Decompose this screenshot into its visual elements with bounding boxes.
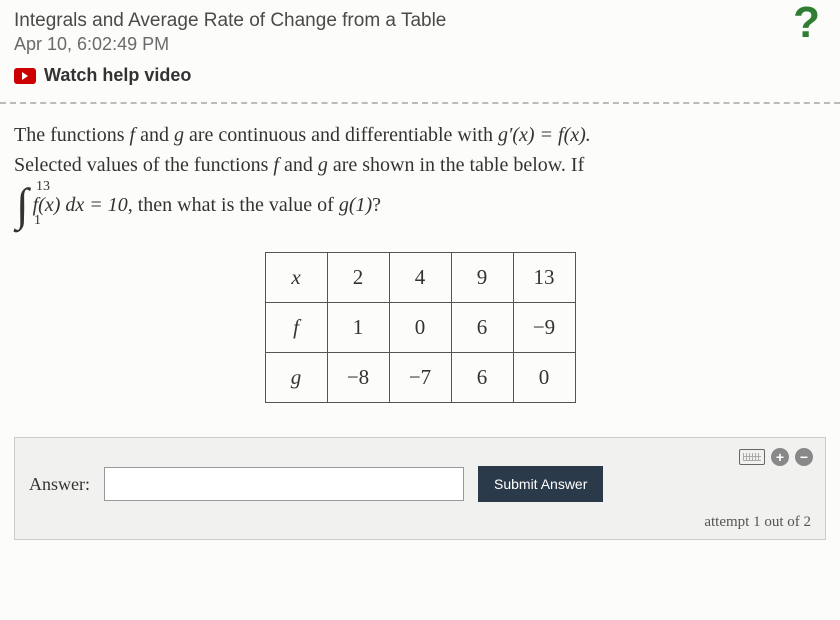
table-cell: −7 bbox=[389, 353, 451, 403]
integral-upper-limit: 13 bbox=[36, 180, 50, 194]
table-cell: 2 bbox=[327, 253, 389, 303]
answer-input[interactable] bbox=[104, 467, 464, 501]
watch-help-link[interactable]: Watch help video bbox=[14, 65, 826, 86]
table-cell: 4 bbox=[389, 253, 451, 303]
table-cell: −8 bbox=[327, 353, 389, 403]
integral-symbol: ∫ 13 1 bbox=[14, 182, 33, 228]
table-header: x bbox=[265, 253, 327, 303]
table-header: g bbox=[265, 353, 327, 403]
timestamp: Apr 10, 6:02:49 PM bbox=[14, 34, 446, 55]
watch-help-label: Watch help video bbox=[44, 65, 191, 86]
integral-lower-limit: 1 bbox=[34, 214, 41, 228]
table-cell: −9 bbox=[513, 303, 575, 353]
target-expr: g(1) bbox=[339, 194, 372, 216]
problem-text: The functions f and g are continuous and… bbox=[0, 104, 840, 431]
table-cell: 0 bbox=[513, 353, 575, 403]
table-row: f 1 0 6 −9 bbox=[265, 303, 575, 353]
equation: g′(x) = f(x). bbox=[498, 124, 591, 146]
values-table: x 2 4 9 13 f 1 0 6 −9 g −8 −7 6 0 bbox=[265, 252, 576, 403]
zoom-in-icon[interactable]: + bbox=[771, 448, 789, 466]
table-cell: 6 bbox=[451, 353, 513, 403]
zoom-out-icon[interactable]: − bbox=[795, 448, 813, 466]
text: and bbox=[135, 124, 174, 146]
text: Selected values of the functions bbox=[14, 154, 273, 176]
table-cell: 1 bbox=[327, 303, 389, 353]
table-cell: 6 bbox=[451, 303, 513, 353]
text: are shown in the table below. If bbox=[328, 154, 584, 176]
text: and bbox=[279, 154, 318, 176]
table-row: g −8 −7 6 0 bbox=[265, 353, 575, 403]
submit-button[interactable]: Submit Answer bbox=[478, 466, 603, 502]
keyboard-icon[interactable] bbox=[739, 449, 765, 465]
table-row: x 2 4 9 13 bbox=[265, 253, 575, 303]
text: ? bbox=[372, 194, 381, 216]
integrand: f(x) dx = 10 bbox=[33, 194, 128, 216]
table-cell: 13 bbox=[513, 253, 575, 303]
text: are continuous and differentiable with bbox=[184, 124, 498, 146]
page-title: Integrals and Average Rate of Change fro… bbox=[14, 10, 446, 32]
table-cell: 9 bbox=[451, 253, 513, 303]
help-icon[interactable]: ? bbox=[793, 10, 826, 36]
text: The functions bbox=[14, 124, 130, 146]
answer-label: Answer: bbox=[29, 474, 90, 495]
play-icon bbox=[14, 68, 36, 84]
answer-panel: + − Answer: Submit Answer attempt 1 out … bbox=[14, 437, 826, 540]
text: , then what is the value of bbox=[128, 194, 339, 216]
table-header: f bbox=[265, 303, 327, 353]
table-cell: 0 bbox=[389, 303, 451, 353]
attempt-counter: attempt 1 out of 2 bbox=[29, 514, 811, 531]
